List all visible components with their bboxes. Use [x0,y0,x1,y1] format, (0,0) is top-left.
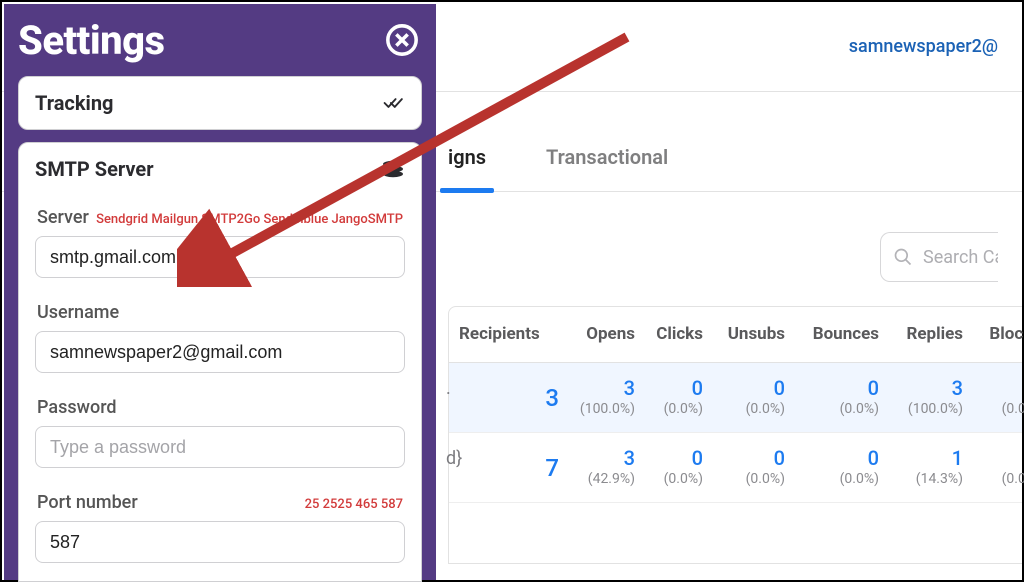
tab-transactional[interactable]: Transactional [546,145,668,191]
row-tag: . [446,378,451,399]
col-replies: Replies [889,324,973,345]
tab-campaigns[interactable]: igns [448,145,486,191]
smtp-section: SMTP Server Server Sendgrid Mailgun SMTP… [18,142,422,582]
cell-recipients: 3 [459,383,559,413]
settings-panel: Settings Tracking SMTP Server Server Sen… [4,4,436,580]
col-unsubs: Unsubs [713,324,795,345]
server-input[interactable] [35,236,405,278]
table-row[interactable]: 3 3(100.0%) 0(0.0%) 0(0.0%) 0(0.0%) 3(10… [449,363,1022,433]
port-label: Port number [37,492,138,513]
port-hints[interactable]: 25 2525 465 587 [305,497,403,512]
col-bounces: Bounces [795,324,889,345]
col-recipients: Recipients [459,324,569,345]
cell-recipients: 7 [459,453,559,483]
search-placeholder: Search Cam [923,247,998,268]
row-tag: d} [446,448,462,469]
panel-title: Settings [18,17,165,64]
table-row-empty [449,503,1022,563]
username-label: Username [37,302,119,323]
table-row[interactable]: 7 3(42.9%) 0(0.0%) 0(0.0%) 0(0.0%) 1(14.… [449,433,1022,503]
server-stack-icon [381,160,405,178]
close-button[interactable] [382,20,422,60]
smtp-title: SMTP Server [35,157,154,181]
table-header-row: Recipients Opens Clicks Unsubs Bounces R… [449,307,1022,363]
panel-header: Settings [18,4,422,76]
col-blocks: Blocks [973,324,1024,345]
server-label: Server [37,207,89,228]
search-icon [893,247,913,267]
port-input[interactable] [35,521,405,563]
close-icon [385,23,419,57]
double-check-icon [383,95,405,111]
password-label: Password [37,397,117,418]
server-hints[interactable]: Sendgrid Mailgun SMTP2Go Sendinblue Jang… [96,212,403,227]
username-input[interactable] [35,331,405,373]
tracking-section[interactable]: Tracking [18,76,422,130]
tracking-label: Tracking [35,91,113,115]
col-opens: Opens [569,324,645,345]
col-clicks: Clicks [645,324,713,345]
user-email[interactable]: samnewspaper2@ [849,36,998,57]
password-input[interactable] [35,426,405,468]
search-input[interactable]: Search Cam [880,232,998,282]
campaigns-table: Recipients Opens Clicks Unsubs Bounces R… [448,306,1022,564]
